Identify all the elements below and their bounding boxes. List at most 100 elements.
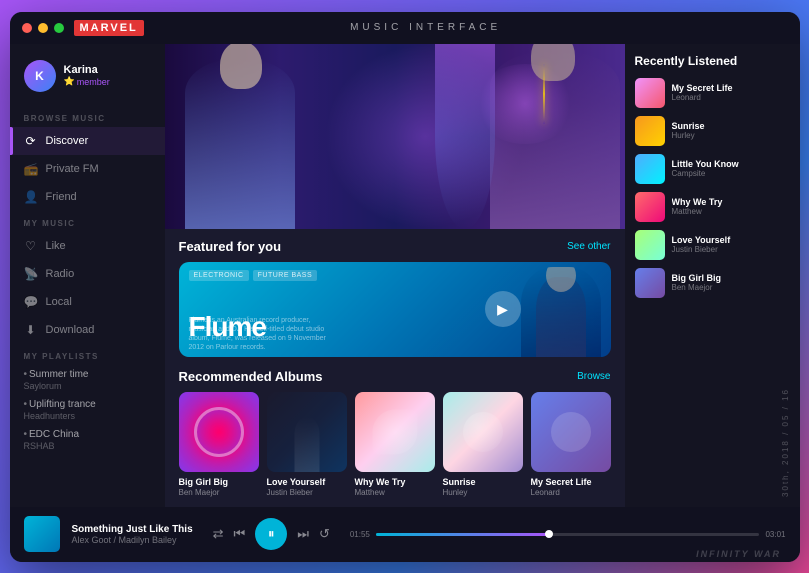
playlist-name-1: •Summer time bbox=[24, 369, 151, 380]
close-button[interactable] bbox=[22, 23, 32, 33]
playlist-author-3: RSHAB bbox=[24, 441, 151, 451]
album-cover-4 bbox=[443, 392, 523, 472]
scroll-area[interactable]: Featured for you See other ELECTRONIC FU… bbox=[165, 229, 625, 507]
next-button[interactable]: ⏭ bbox=[297, 526, 309, 542]
album-cover-5 bbox=[531, 392, 611, 472]
repeat-button[interactable]: ↺ bbox=[319, 526, 330, 542]
playlist-author-2: Headhunters bbox=[24, 411, 151, 421]
player-thumbnail bbox=[24, 516, 60, 552]
albums-grid: Big Girl Big Ben Maejor Love Yourself Ju… bbox=[179, 392, 611, 501]
radio-icon: 📻 bbox=[24, 162, 38, 176]
album-cover-1 bbox=[179, 392, 259, 472]
sidebar-item-discover-label: Discover bbox=[46, 135, 89, 147]
albums-header: Recommended Albums Browse bbox=[179, 369, 611, 384]
sidebar-item-friend[interactable]: 👤 Friend bbox=[10, 183, 165, 211]
hero-lightning bbox=[543, 64, 545, 124]
recent-name-4: Why We Try bbox=[672, 197, 790, 207]
recent-track-2[interactable]: Sunrise Hurley bbox=[635, 116, 790, 146]
avatar: K bbox=[24, 60, 56, 92]
playlist-item-3[interactable]: •EDC China RSHAB bbox=[10, 425, 165, 455]
sidebar-item-fm-label: Private FM bbox=[46, 163, 99, 175]
album-artist-2: Justin Bieber bbox=[267, 488, 347, 497]
recent-artist-5: Justin Bieber bbox=[672, 245, 790, 254]
my-music-label: MY MUSIC bbox=[10, 211, 165, 232]
recent-track-6[interactable]: Big Girl Big Ben Maejor bbox=[635, 268, 790, 298]
like-label: Like bbox=[46, 240, 66, 252]
heart-icon: ♡ bbox=[24, 239, 38, 253]
album-card-1[interactable]: Big Girl Big Ben Maejor bbox=[179, 392, 259, 497]
playlist-item-1[interactable]: •Summer time Saylorum bbox=[10, 365, 165, 395]
playlist-author-1: Saylorum bbox=[24, 381, 151, 391]
player-controls: ⇄ ⏮ ⏸ ⏭ ↺ bbox=[213, 518, 330, 550]
recent-artist-2: Hurley bbox=[672, 131, 790, 140]
local-label: Local bbox=[46, 296, 72, 308]
recent-artist-1: Leonard bbox=[672, 93, 790, 102]
tag-2: FUTURE BASS bbox=[253, 270, 318, 281]
sidebar-item-local[interactable]: 💬 Local bbox=[10, 288, 165, 316]
album-card-2[interactable]: Love Yourself Justin Bieber bbox=[267, 392, 347, 497]
sidebar-item-like[interactable]: ♡ Like bbox=[10, 232, 165, 260]
recent-thumb-5 bbox=[635, 230, 665, 260]
main-content: K Karina ⭐ member BROWSE MUSIC ⟳ Discove… bbox=[10, 44, 800, 507]
right-panel: Recently Listened My Secret Life Leonard… bbox=[625, 44, 800, 507]
app-container: MARVEL MUSIC INTERFACE K Karina ⭐ member… bbox=[10, 12, 800, 562]
sidebar-item-radio[interactable]: 📡 Radio bbox=[10, 260, 165, 288]
album-artist-4: Hunley bbox=[443, 488, 523, 497]
playlist-item-2[interactable]: •Uplifting trance Headhunters bbox=[10, 395, 165, 425]
browse-music-label: BROWSE MUSIC bbox=[10, 106, 165, 127]
user-role: ⭐ member bbox=[64, 76, 110, 87]
recent-artist-4: Matthew bbox=[672, 207, 790, 216]
recent-name-1: My Secret Life bbox=[672, 83, 790, 93]
minimize-button[interactable] bbox=[38, 23, 48, 33]
recent-track-4[interactable]: Why We Try Matthew bbox=[635, 192, 790, 222]
sidebar-item-discover[interactable]: ⟳ Discover bbox=[10, 127, 165, 155]
album-name-1: Big Girl Big bbox=[179, 477, 259, 487]
player-song-title: Something Just Like This bbox=[72, 524, 193, 535]
prev-button[interactable]: ⏮ bbox=[234, 526, 246, 542]
album-card-5[interactable]: My Secret Life Leonard bbox=[531, 392, 611, 497]
brand-logo: MARVEL bbox=[74, 20, 144, 36]
featured-person-image bbox=[521, 267, 601, 357]
album-name-2: Love Yourself bbox=[267, 477, 347, 487]
featured-description: Flume is an Australian record producer, … bbox=[189, 316, 339, 352]
recent-info-4: Why We Try Matthew bbox=[672, 197, 790, 216]
current-time: 01:55 bbox=[350, 530, 370, 539]
playlists-label: MY PLAYLISTS bbox=[10, 344, 165, 365]
see-other-link[interactable]: See other bbox=[567, 241, 610, 252]
recent-thumb-1 bbox=[635, 78, 665, 108]
sidebar-item-friend-label: Friend bbox=[46, 191, 77, 203]
recent-name-5: Love Yourself bbox=[672, 235, 790, 245]
radio-icon2: 📡 bbox=[24, 267, 38, 281]
title-bar: MARVEL MUSIC INTERFACE bbox=[10, 12, 800, 44]
recent-track-1[interactable]: My Secret Life Leonard bbox=[635, 78, 790, 108]
recent-artist-3: Campsite bbox=[672, 169, 790, 178]
sidebar-item-private-fm[interactable]: 📻 Private FM bbox=[10, 155, 165, 183]
albums-title: Recommended Albums bbox=[179, 369, 323, 384]
album-name-5: My Secret Life bbox=[531, 477, 611, 487]
play-pause-button[interactable]: ⏸ bbox=[255, 518, 287, 550]
progress-section: 01:55 03:01 bbox=[350, 530, 786, 539]
sidebar-item-download[interactable]: ⬇ Download bbox=[10, 316, 165, 344]
maximize-button[interactable] bbox=[54, 23, 64, 33]
featured-play-button[interactable]: ▶ bbox=[485, 291, 521, 327]
radio-label: Radio bbox=[46, 268, 75, 280]
browse-link[interactable]: Browse bbox=[577, 371, 610, 382]
recent-info-1: My Secret Life Leonard bbox=[672, 83, 790, 102]
featured-header: Featured for you See other bbox=[179, 239, 611, 254]
hero-char-1-head bbox=[220, 44, 262, 89]
progress-fill bbox=[376, 533, 549, 536]
player-artist-name: Alex Goot / Madilyn Bailey bbox=[72, 535, 193, 545]
recent-info-6: Big Girl Big Ben Maejor bbox=[672, 273, 790, 292]
shuffle-button[interactable]: ⇄ bbox=[213, 526, 224, 542]
album-card-4[interactable]: Sunrise Hunley bbox=[443, 392, 523, 497]
recent-track-5[interactable]: Love Yourself Justin Bieber bbox=[635, 230, 790, 260]
album-artist-3: Matthew bbox=[355, 488, 435, 497]
date-display: 30th, 2018 / 05 / 16 bbox=[781, 388, 790, 497]
progress-bar[interactable] bbox=[376, 533, 760, 536]
friend-icon: 👤 bbox=[24, 190, 38, 204]
recent-artist-6: Ben Maejor bbox=[672, 283, 790, 292]
progress-dot bbox=[545, 530, 553, 538]
album-card-3[interactable]: Why We Try Matthew bbox=[355, 392, 435, 497]
recent-track-3[interactable]: Little You Know Campsite bbox=[635, 154, 790, 184]
album-artist-1: Ben Maejor bbox=[179, 488, 259, 497]
